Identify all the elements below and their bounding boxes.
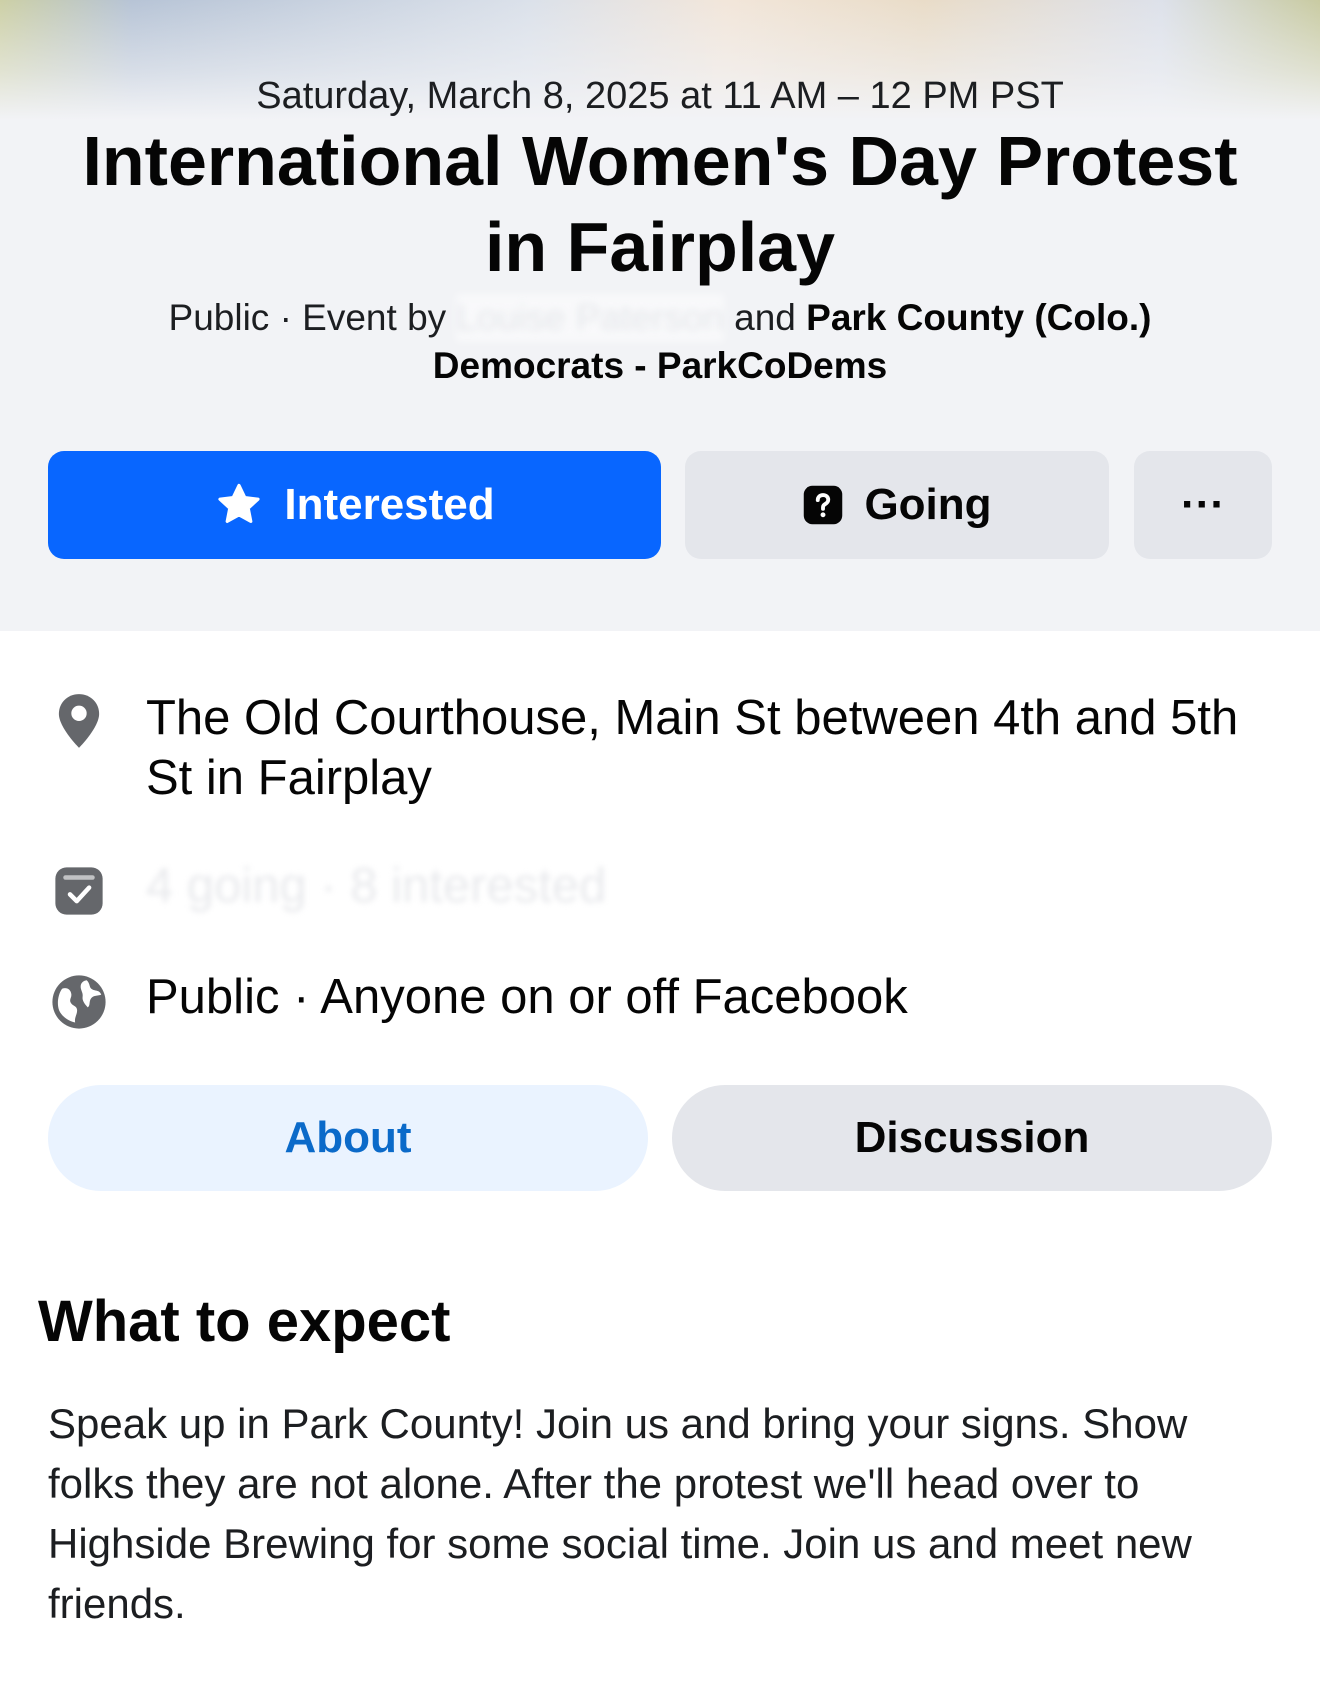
section-title: What to expect (38, 1289, 451, 1354)
guest-list-icon (50, 862, 108, 920)
hosts-prefix: Public · Event by (168, 297, 447, 338)
going-button[interactable]: Going (685, 451, 1109, 559)
privacy-text: Public · Anyone on or off Facebook (146, 970, 908, 1024)
host-person-link[interactable]: Louise Paterson (456, 294, 724, 342)
hosts-joiner: and (734, 297, 796, 338)
tab-discussion[interactable]: Discussion (672, 1085, 1272, 1191)
rsvp-actions: Interested Going ··· (0, 451, 1320, 559)
event-hosts: Public · Event by Louise Paterson and Pa… (90, 294, 1230, 390)
interested-button[interactable]: Interested (48, 451, 661, 559)
more-options-button[interactable]: ··· (1134, 451, 1272, 559)
more-options-label: ··· (1181, 480, 1225, 529)
globe-icon (50, 973, 108, 1031)
interested-label: Interested (284, 480, 495, 529)
tab-about[interactable]: About (48, 1085, 648, 1191)
event-date: Saturday, March 8, 2025 at 11 AM – 12 PM… (256, 75, 1064, 117)
guests-text: 4 going · 8 interested (146, 859, 607, 913)
event-description: Speak up in Park County! Join us and bri… (48, 1400, 1192, 1627)
question-mark-icon (802, 484, 844, 526)
star-icon (214, 481, 264, 529)
map-pin-icon (50, 692, 108, 750)
event-title: International Women's Day Protest in Fai… (82, 122, 1238, 286)
going-label: Going (864, 480, 992, 529)
event-header: Saturday, March 8, 2025 at 11 AM – 12 PM… (0, 0, 1320, 631)
event-tabs: About Discussion (0, 1085, 1320, 1191)
location-text: The Old Courthouse, Main St between 4th … (146, 691, 1239, 805)
